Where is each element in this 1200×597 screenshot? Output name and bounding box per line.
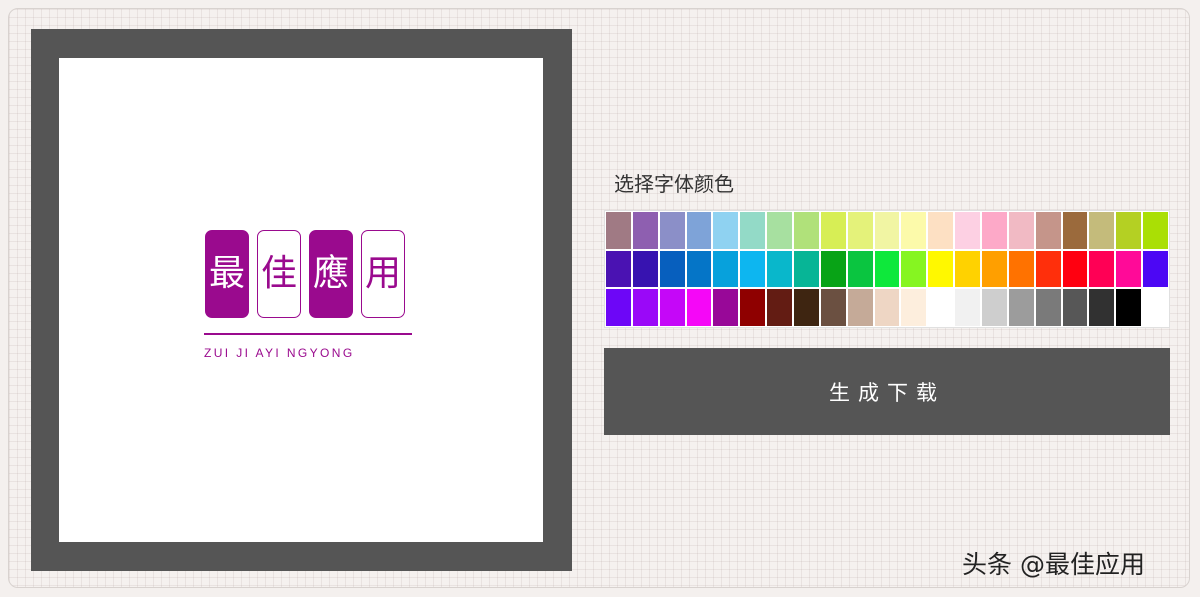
logo-char-2: 佳 [257, 230, 301, 318]
color-swatch[interactable] [928, 250, 954, 288]
color-swatch[interactable] [982, 250, 1007, 288]
color-swatch[interactable] [686, 289, 712, 326]
color-swatch[interactable] [713, 289, 739, 326]
logo-preview-canvas: 最 佳 應 用 ZUI JI AYI NGYONG [59, 58, 543, 542]
color-swatch[interactable] [874, 250, 900, 288]
font-color-title: 选择字体颜色 [614, 172, 734, 196]
logo-char-1: 最 [205, 230, 249, 318]
color-swatch[interactable] [1008, 250, 1034, 288]
color-swatch[interactable] [820, 289, 846, 326]
color-swatch[interactable] [874, 212, 900, 249]
color-swatch[interactable] [659, 289, 685, 326]
color-swatch[interactable] [901, 289, 927, 326]
color-swatch[interactable] [1143, 250, 1168, 288]
color-swatch[interactable] [632, 289, 658, 326]
color-swatch[interactable] [901, 250, 927, 288]
color-swatch[interactable] [713, 250, 739, 288]
color-swatch[interactable] [901, 212, 927, 249]
color-swatch[interactable] [1035, 289, 1061, 326]
color-swatch[interactable] [874, 289, 900, 326]
color-swatch[interactable] [606, 289, 631, 326]
color-swatch[interactable] [982, 289, 1007, 326]
color-swatch[interactable] [1008, 212, 1034, 249]
color-swatch[interactable] [713, 212, 739, 249]
color-swatch[interactable] [794, 212, 819, 249]
color-swatch[interactable] [740, 212, 766, 249]
color-swatch[interactable] [1062, 250, 1088, 288]
color-swatch[interactable] [686, 212, 712, 249]
logo-subtitle: ZUI JI AYI NGYONG [204, 346, 355, 360]
color-swatch[interactable] [740, 289, 766, 326]
color-swatch[interactable] [659, 212, 685, 249]
logo-divider [204, 333, 412, 335]
color-swatch[interactable] [767, 212, 792, 249]
color-swatch[interactable] [1008, 289, 1034, 326]
color-swatch[interactable] [955, 250, 980, 288]
color-swatch[interactable] [1062, 212, 1088, 249]
color-swatch[interactable] [740, 250, 766, 288]
color-swatch[interactable] [794, 289, 819, 326]
color-swatch[interactable] [1035, 212, 1061, 249]
color-swatch[interactable] [1116, 212, 1142, 249]
color-swatch[interactable] [820, 250, 846, 288]
color-swatch[interactable] [820, 212, 846, 249]
color-swatch[interactable] [847, 250, 873, 288]
logo-char-4: 用 [361, 230, 405, 318]
color-swatch[interactable] [847, 212, 873, 249]
color-swatch[interactable] [982, 212, 1007, 249]
color-swatch[interactable] [955, 212, 980, 249]
color-palette [604, 210, 1170, 328]
color-swatch[interactable] [1116, 289, 1142, 326]
color-swatch[interactable] [928, 212, 954, 249]
logo-characters: 最 佳 應 用 [205, 230, 415, 320]
color-swatch[interactable] [686, 250, 712, 288]
color-swatch[interactable] [955, 289, 980, 326]
color-swatch[interactable] [1089, 289, 1115, 326]
color-swatch[interactable] [767, 250, 792, 288]
color-swatch[interactable] [606, 212, 631, 249]
color-swatch[interactable] [1116, 250, 1142, 288]
preview-panel: 最 佳 應 用 ZUI JI AYI NGYONG [31, 29, 572, 571]
color-swatch[interactable] [1035, 250, 1061, 288]
color-swatch[interactable] [794, 250, 819, 288]
color-swatch[interactable] [928, 289, 954, 326]
color-swatch[interactable] [606, 250, 631, 288]
color-swatch[interactable] [632, 250, 658, 288]
logo-char-3: 應 [309, 230, 353, 318]
color-swatch[interactable] [659, 250, 685, 288]
color-swatch[interactable] [1089, 212, 1115, 249]
generate-download-button[interactable]: 生成下载 [604, 348, 1170, 435]
color-swatch[interactable] [1143, 212, 1168, 249]
color-swatch[interactable] [847, 289, 873, 326]
color-swatch[interactable] [1062, 289, 1088, 326]
color-swatch[interactable] [767, 289, 792, 326]
color-swatch[interactable] [1089, 250, 1115, 288]
watermark-text: 头条 @最佳应用 [962, 550, 1145, 579]
color-swatch[interactable] [632, 212, 658, 249]
